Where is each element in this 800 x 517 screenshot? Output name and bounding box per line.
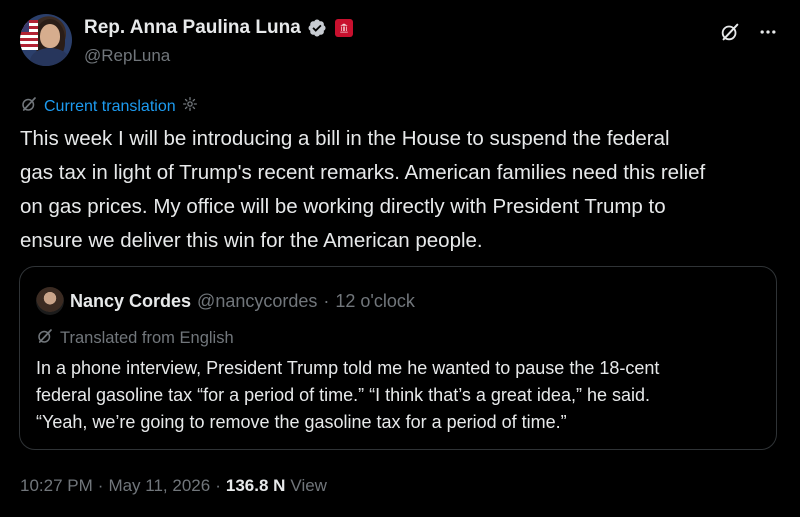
quoted-post[interactable]: Nancy Cordes @nancycordes · 12 o'clock T… bbox=[19, 266, 777, 450]
translate-icon bbox=[20, 95, 38, 118]
settings-gear-icon[interactable] bbox=[182, 96, 198, 117]
view-count[interactable]: 136.8 N bbox=[226, 476, 286, 496]
post-text: This week I will be introducing a bill i… bbox=[20, 122, 790, 258]
author-avatar[interactable] bbox=[20, 14, 72, 66]
house-affiliation-icon[interactable] bbox=[334, 19, 353, 37]
view-label: View bbox=[290, 476, 327, 495]
more-icon[interactable] bbox=[756, 20, 780, 44]
post-text-line: on gas prices. My office will be working… bbox=[20, 195, 666, 218]
post-time[interactable]: 10:27 PM bbox=[20, 476, 93, 496]
post-footer: 10:27 PM · May 11, 2026 · 136.8 N View bbox=[20, 476, 327, 496]
author-name-row: Rep. Anna Paulina Luna bbox=[84, 16, 353, 40]
header-actions bbox=[718, 20, 780, 44]
quoted-text-line: In a phone interview, President Trump to… bbox=[36, 358, 660, 378]
meta-separator: · bbox=[323, 290, 330, 311]
quoted-text-line: federal gasoline tax “for a period of ti… bbox=[36, 385, 650, 405]
quoted-translation-indicator: Translated from English bbox=[36, 327, 234, 350]
meta-separator: · bbox=[97, 476, 104, 495]
translation-indicator[interactable]: Current translation bbox=[20, 95, 198, 118]
quoted-post-header: Nancy Cordes @nancycordes · 12 o'clock bbox=[36, 287, 415, 315]
quoted-author-handle[interactable]: @nancycordes bbox=[197, 291, 317, 312]
quoted-author-name[interactable]: Nancy Cordes bbox=[70, 291, 191, 312]
translation-label[interactable]: Current translation bbox=[44, 98, 176, 116]
quoted-post-time[interactable]: 12 o'clock bbox=[335, 291, 414, 312]
post-text-line: This week I will be introducing a bill i… bbox=[20, 127, 670, 150]
quoted-author-avatar[interactable] bbox=[36, 287, 64, 315]
quoted-post-text: In a phone interview, President Trump to… bbox=[36, 355, 766, 436]
grok-icon[interactable] bbox=[718, 20, 742, 44]
post-date[interactable]: May 11, 2026 bbox=[108, 476, 210, 496]
post-text-line: ensure we deliver this win for the Ameri… bbox=[20, 229, 483, 252]
translate-icon bbox=[36, 327, 54, 350]
meta-separator: · bbox=[215, 476, 221, 495]
post-text-line: gas tax in light of Trump's recent remar… bbox=[20, 161, 706, 184]
author-handle[interactable]: @RepLuna bbox=[84, 46, 170, 66]
author-name[interactable]: Rep. Anna Paulina Luna bbox=[84, 17, 301, 39]
quoted-translation-label: Translated from English bbox=[60, 329, 234, 347]
quoted-text-line: “Yeah, we’re going to remove the gasolin… bbox=[36, 412, 567, 432]
post-header: Rep. Anna Paulina Luna @RepLuna bbox=[20, 14, 780, 70]
verified-badge-icon[interactable] bbox=[307, 18, 327, 38]
